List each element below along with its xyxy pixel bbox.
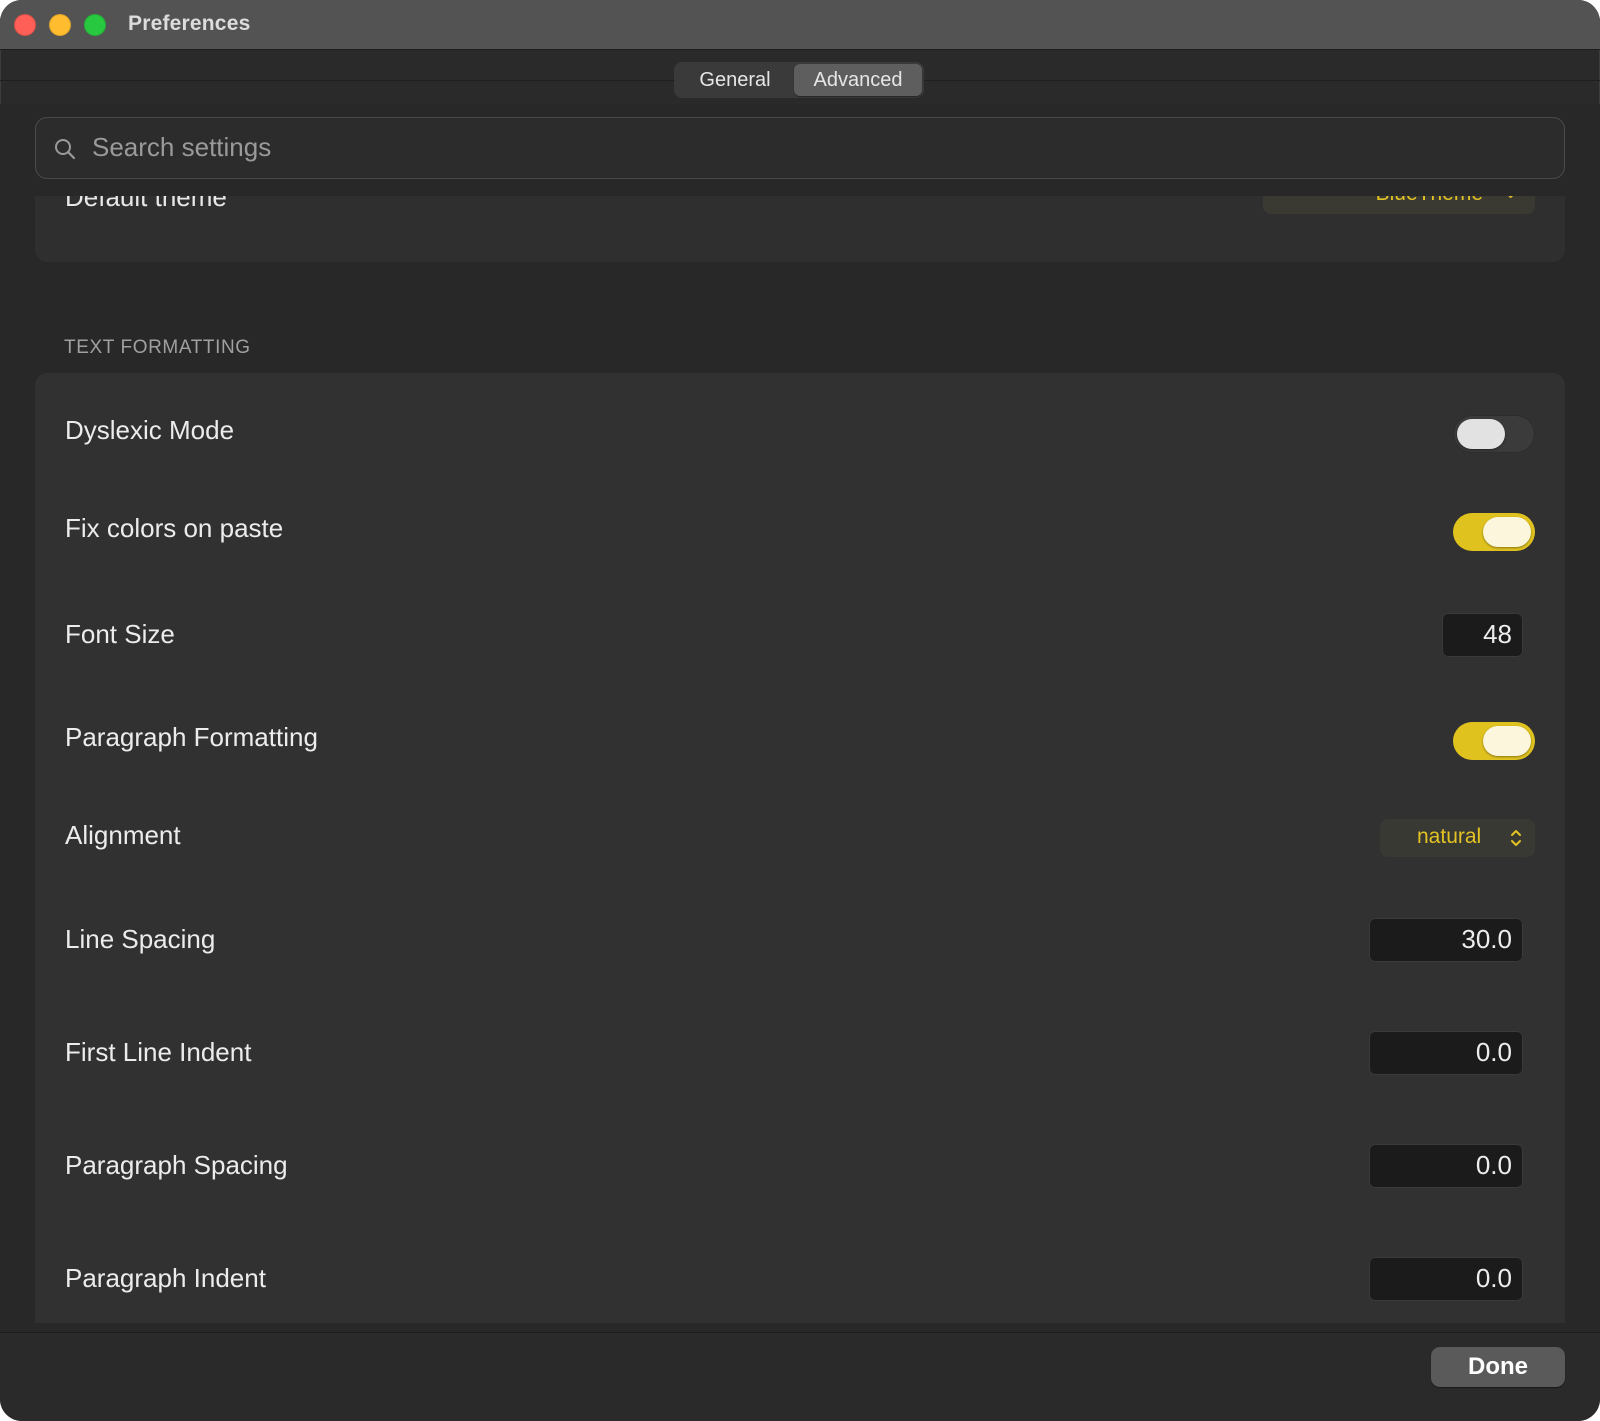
first-line-indent-field[interactable]: 0.0 bbox=[1369, 1031, 1523, 1075]
dyslexic-mode-label: Dyslexic Mode bbox=[65, 415, 235, 445]
search-field[interactable]: Search settings bbox=[35, 117, 1565, 179]
font-size-label: Font Size bbox=[65, 619, 175, 649]
minimize-icon[interactable] bbox=[49, 14, 71, 36]
row-line-spacing: Line Spacing 30.0 bbox=[35, 918, 1565, 966]
chevron-down-icon: ⌄ bbox=[1504, 196, 1517, 202]
row-paragraph-formatting: Paragraph Formatting bbox=[35, 718, 1565, 766]
alignment-label: Alignment bbox=[65, 820, 181, 850]
fix-colors-on-paste-label: Fix colors on paste bbox=[65, 513, 284, 543]
font-size-field[interactable]: 48 bbox=[1442, 613, 1523, 657]
window-title: Preferences bbox=[128, 12, 251, 35]
search-input[interactable]: Search settings bbox=[92, 132, 271, 163]
search-icon bbox=[55, 139, 76, 160]
section-header-text-formatting: TEXT FORMATTING bbox=[64, 337, 251, 358]
paragraph-indent-field[interactable]: 0.0 bbox=[1369, 1257, 1523, 1301]
fix-colors-on-paste-toggle[interactable] bbox=[1453, 513, 1535, 551]
close-icon[interactable] bbox=[14, 14, 36, 36]
default-theme-popup[interactable]: BlueTheme ⌄ bbox=[1263, 196, 1535, 214]
zoom-icon[interactable] bbox=[84, 14, 106, 36]
tab-general[interactable]: General bbox=[676, 64, 794, 96]
dyslexic-mode-toggle[interactable] bbox=[1453, 415, 1535, 453]
tab-advanced[interactable]: Advanced bbox=[794, 64, 922, 96]
row-first-line-indent: First Line Indent 0.0 bbox=[35, 1031, 1565, 1079]
row-dyslexic-mode: Dyslexic Mode bbox=[35, 411, 1565, 459]
paragraph-formatting-toggle[interactable] bbox=[1453, 722, 1535, 760]
previous-settings-card: Default theme BlueTheme ⌄ bbox=[35, 196, 1565, 262]
paragraph-formatting-label: Paragraph Formatting bbox=[65, 722, 318, 752]
alignment-popup[interactable]: natural bbox=[1380, 819, 1535, 857]
paragraph-spacing-field[interactable]: 0.0 bbox=[1369, 1144, 1523, 1188]
row-paragraph-spacing: Paragraph Spacing 0.0 bbox=[35, 1144, 1565, 1192]
done-button[interactable]: Done bbox=[1431, 1347, 1565, 1387]
first-line-indent-label: First Line Indent bbox=[65, 1037, 252, 1067]
preferences-window: Preferences General Advanced Search sett… bbox=[0, 0, 1600, 1421]
default-theme-value: BlueTheme bbox=[1376, 196, 1483, 206]
line-spacing-field[interactable]: 30.0 bbox=[1369, 918, 1523, 962]
alignment-value: natural bbox=[1417, 825, 1482, 848]
line-spacing-label: Line Spacing bbox=[65, 924, 216, 954]
paragraph-indent-label: Paragraph Indent bbox=[65, 1263, 266, 1293]
default-theme-label: Default theme bbox=[65, 196, 227, 212]
paragraph-spacing-label: Paragraph Spacing bbox=[65, 1150, 288, 1180]
row-fix-colors-on-paste: Fix colors on paste bbox=[35, 509, 1565, 557]
tab-switcher: General Advanced bbox=[674, 62, 924, 98]
title-bar[interactable]: Preferences bbox=[0, 0, 1600, 50]
chevron-up-down-icon bbox=[1511, 830, 1521, 846]
text-formatting-card: Dyslexic Mode Fix colors on paste Font S… bbox=[35, 373, 1565, 1323]
row-paragraph-indent: Paragraph Indent 0.0 bbox=[35, 1257, 1565, 1305]
footer-bar: Done bbox=[0, 1332, 1600, 1421]
row-alignment: Alignment natural bbox=[35, 815, 1565, 863]
row-font-size: Font Size 48 bbox=[35, 613, 1565, 661]
